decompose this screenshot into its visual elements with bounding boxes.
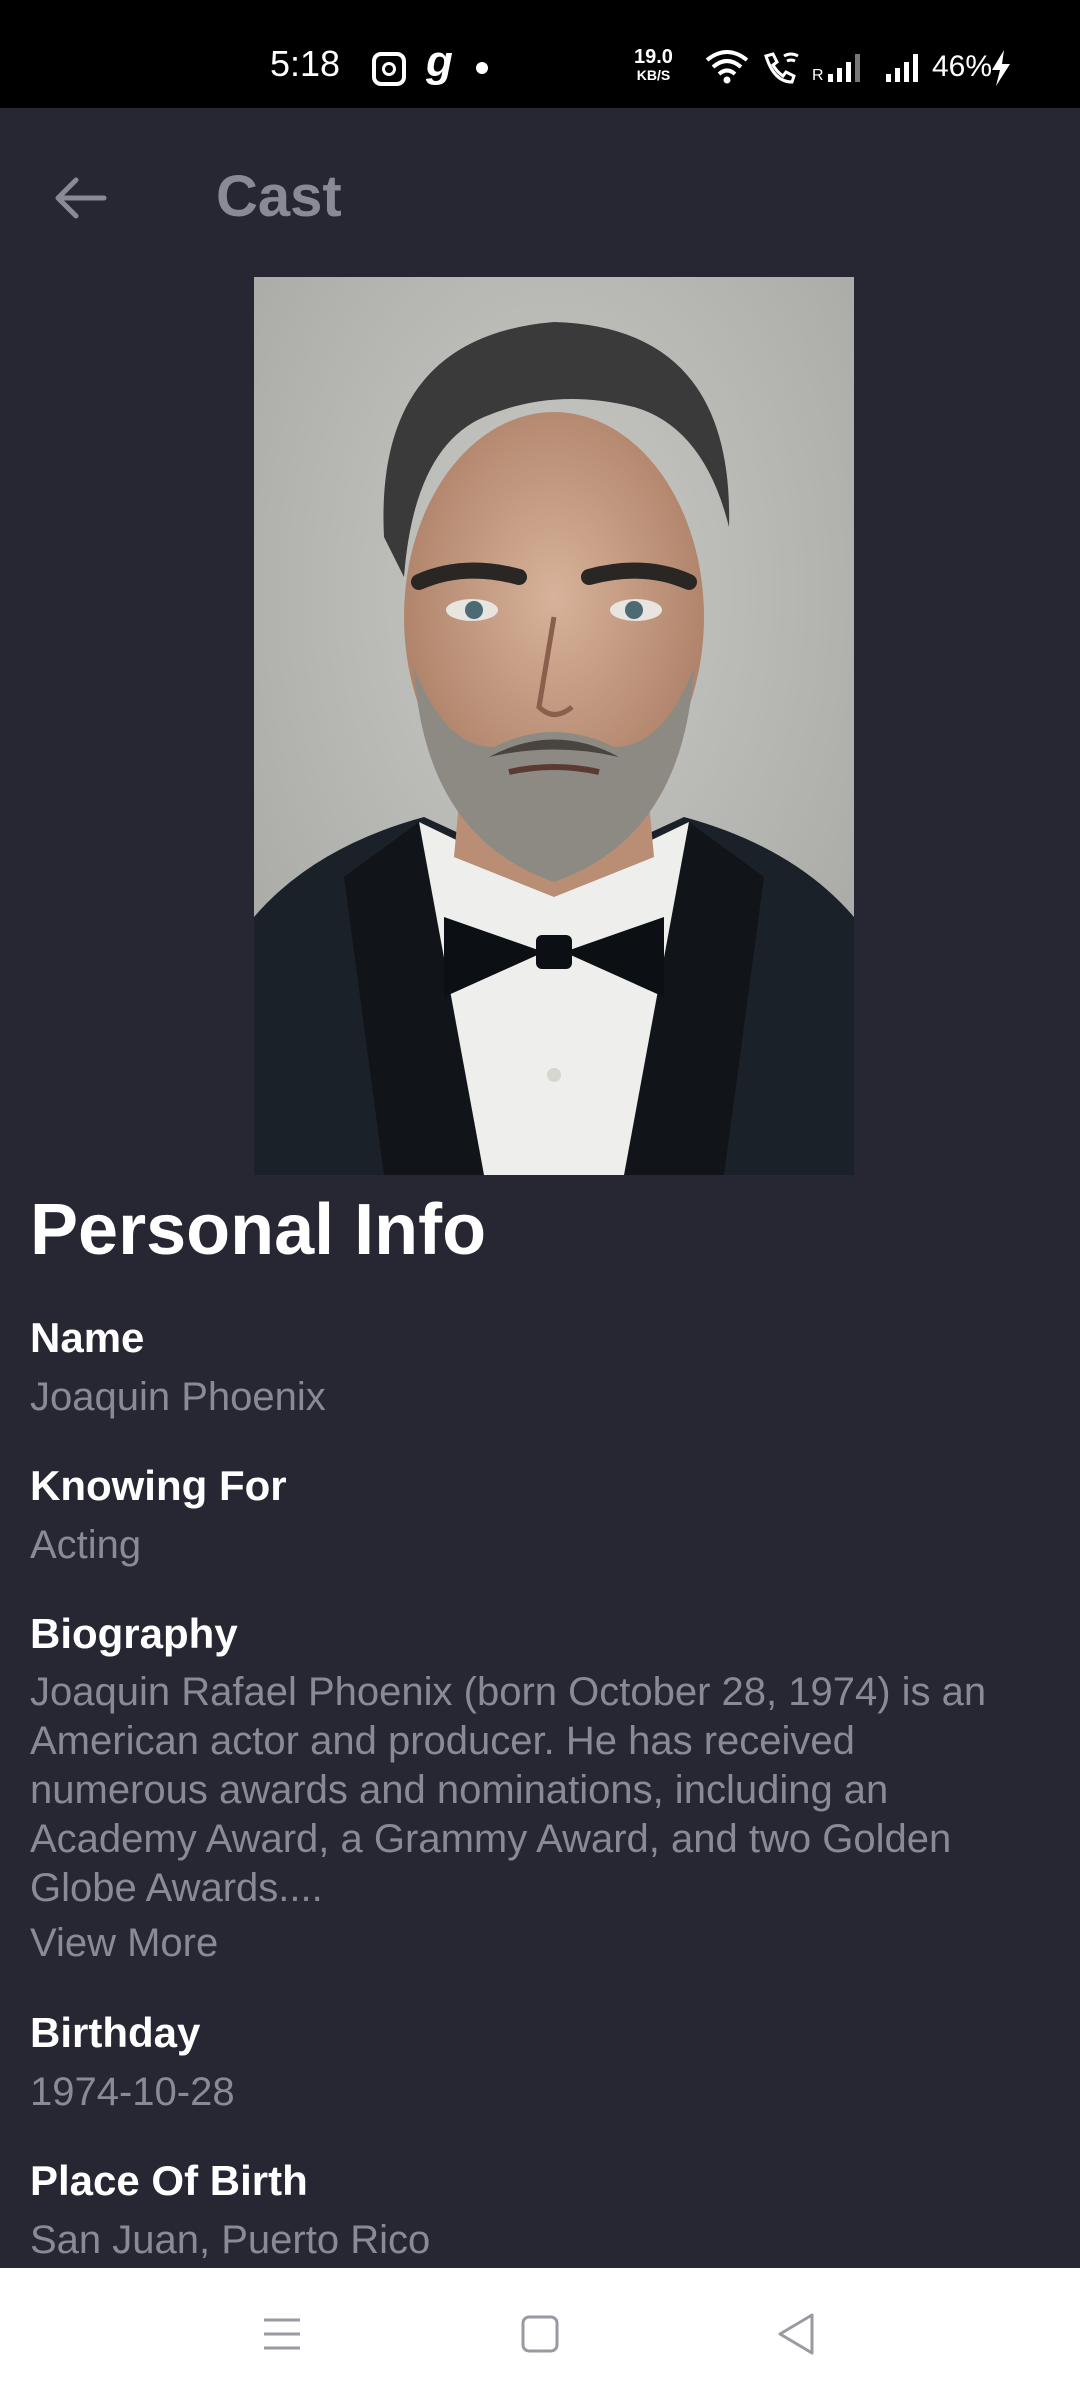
name-label: Name [30, 1314, 145, 1361]
wifi-call-icon [764, 52, 799, 84]
battery-charging-icon [992, 50, 1010, 86]
place-of-birth-label: Place Of Birth [30, 2157, 308, 2204]
place-of-birth-value: San Juan, Puerto Rico [30, 2218, 431, 2262]
menu-icon [264, 2318, 300, 2350]
signal-sim2-icon [886, 54, 918, 82]
roaming-indicator: R [812, 67, 824, 84]
name-value: Joaquin Phoenix [30, 1375, 326, 1419]
knowing-for-value: Acting [30, 1523, 142, 1567]
app-g-icon: g [426, 37, 453, 86]
instagram-icon [372, 52, 406, 86]
system-nav-bar [0, 2268, 1080, 2400]
back-triangle-icon [778, 2313, 814, 2355]
network-speed-unit: KB/S [636, 67, 671, 83]
notification-dot-icon [476, 62, 488, 74]
wifi-icon [705, 50, 749, 84]
status-time: 5:18 [270, 43, 341, 84]
signal-sim1-icon: R [812, 54, 860, 84]
recent-apps-button[interactable] [252, 2304, 312, 2364]
cast-portrait-image [254, 277, 854, 1175]
biography-value: Joaquin Rafael Phoenix (born October 28,… [30, 1670, 987, 1910]
portrait-photo [254, 277, 854, 1175]
view-more-link[interactable]: View More [30, 1918, 218, 1968]
home-button[interactable] [510, 2304, 570, 2364]
home-square-icon [521, 2315, 559, 2353]
network-speed: 19.0 KB/S [634, 46, 673, 84]
biography-label: Biography [30, 1610, 238, 1657]
status-bar: 5:18 g 19.0 KB/S R 46% [0, 0, 1080, 108]
battery-level: 46% [932, 50, 993, 83]
app-bar: Cast [0, 108, 1080, 278]
personal-info-heading: Personal Info [30, 1190, 487, 1270]
birthday-value: 1974-10-28 [30, 2070, 235, 2114]
knowing-for-label: Knowing For [30, 1462, 287, 1509]
back-button[interactable] [40, 158, 120, 238]
arrow-left-icon [55, 177, 107, 219]
back-nav-button[interactable] [766, 2304, 826, 2364]
birthday-label: Birthday [30, 2009, 201, 2056]
page-title: Cast [216, 164, 342, 229]
network-speed-value: 19.0 [634, 46, 673, 68]
